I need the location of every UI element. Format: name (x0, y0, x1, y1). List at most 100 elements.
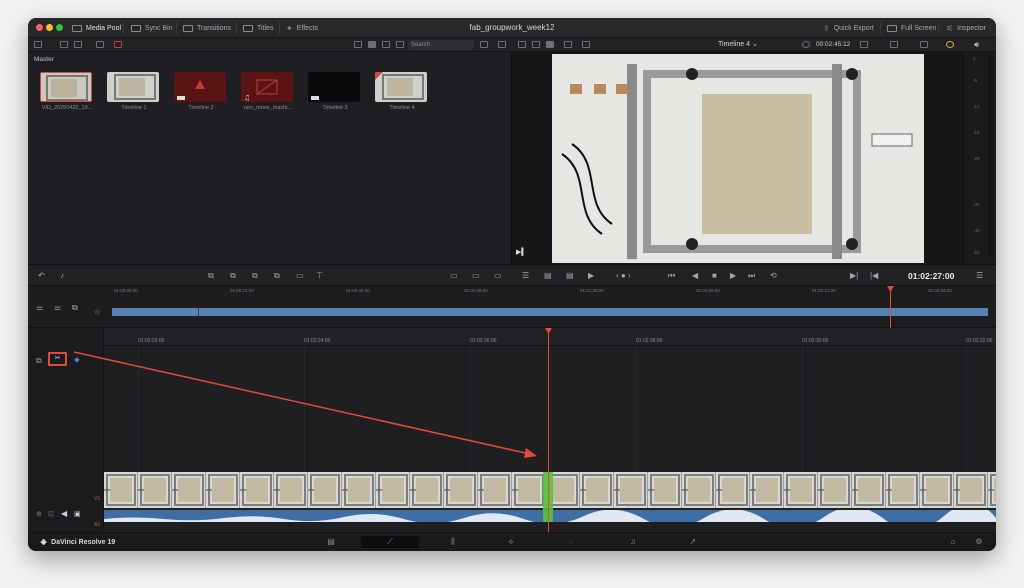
filmstrip-frame (206, 472, 240, 508)
lower-timeline[interactable]: ⧉ ✂ ⬥ ⊕ ⊡ ◀︎ ▣ V1 A1 01:02:22:00 01:02:2… (28, 328, 996, 532)
media-pool-button[interactable]: Media Pool (72, 18, 121, 38)
speaker-icon[interactable]: ◀︎ (61, 509, 67, 518)
thumbnail-view-icon[interactable] (368, 41, 376, 48)
append-icon[interactable]: ⧉ (230, 272, 236, 280)
zoom-menu-icon[interactable] (860, 41, 868, 48)
grid-icon[interactable] (564, 41, 572, 48)
close-up-icon[interactable]: ⧉ (274, 272, 280, 280)
media-clip[interactable]: Timeline 1 (107, 72, 161, 111)
quick-export-button[interactable]: ⇪ Quick Export (823, 18, 874, 38)
refresh-icon[interactable] (498, 41, 506, 48)
minimize-window-button[interactable] (46, 24, 53, 31)
zoom-window-button[interactable] (56, 24, 63, 31)
sort-icon[interactable] (396, 41, 404, 48)
mark-in-icon[interactable]: ▶| (850, 272, 858, 280)
effects-button[interactable]: ✦ Effects (286, 18, 318, 38)
home-icon[interactable]: ⌂ (946, 536, 960, 548)
safe-area-icon[interactable]: ▭ (450, 272, 458, 280)
upper-playhead[interactable] (890, 286, 891, 328)
viewer-mode-icon[interactable] (518, 41, 526, 48)
sync-bin-button[interactable]: Sync Bin (131, 18, 173, 38)
timeline-options-icon[interactable]: ⧉ (36, 356, 42, 366)
media-clip[interactable]: Timeline 4 (375, 72, 429, 111)
stop-icon[interactable]: ■ (712, 272, 717, 280)
upper-timeline[interactable]: 01:00:00:00 01:00:22:00 01:00:44:00 01:0… (28, 286, 996, 328)
full-viewer-icon[interactable]: ▭ (494, 272, 502, 280)
viewer-mode-icon[interactable] (532, 41, 540, 48)
timeline-viewer[interactable]: ▶▍ (511, 52, 963, 264)
deliver-page-icon[interactable]: ➚ (686, 536, 700, 548)
go-to-end-icon[interactable]: ⏭ (748, 272, 755, 280)
output-menu-icon[interactable] (890, 41, 898, 48)
list-view-icon[interactable] (382, 41, 390, 48)
media-page-icon[interactable]: ▤ (324, 536, 338, 548)
clip-thumbnail (308, 72, 360, 102)
titles-button[interactable]: Titles (243, 18, 273, 38)
place-on-top-icon[interactable]: ▭ (296, 272, 304, 280)
subtitle-icon[interactable]: ▤ (566, 272, 574, 280)
timeline-options-icon[interactable]: ☰ (522, 272, 529, 280)
bypass-icon[interactable] (920, 41, 928, 48)
media-clip[interactable]: Timeline 2 (174, 72, 228, 111)
titles-icon (243, 24, 253, 32)
cut-page-icon[interactable]: ⟋ (361, 536, 419, 548)
new-bin-icon[interactable] (60, 41, 68, 48)
undo-icon[interactable]: ↶ (38, 272, 45, 280)
smart-insert-icon[interactable]: ⧉ (208, 272, 214, 280)
track-label-a1: A1 (94, 522, 101, 528)
upper-timeline-clip[interactable] (112, 308, 988, 316)
panel-layout-icon[interactable] (34, 41, 42, 48)
media-clip[interactable]: Timeline 3 (308, 72, 362, 111)
reverse-play-icon[interactable]: ◀ (692, 272, 698, 280)
timeline-tool-icon[interactable]: ⚌ (54, 304, 61, 312)
auto-select-icon[interactable]: ⊡ (48, 510, 54, 518)
render-icon[interactable]: ▶ (588, 272, 594, 280)
search-input[interactable]: Search (408, 40, 474, 50)
timeline-tool-icon[interactable]: ⧉ (72, 304, 78, 312)
inspector-button[interactable]: ⚟ Inspector (946, 18, 986, 38)
lock-track-icon[interactable]: ⊕ (36, 510, 42, 518)
edit-page-icon[interactable]: ⫼ (446, 536, 460, 548)
track-monitor-icon[interactable]: ▣ (74, 510, 81, 518)
play-marker-icon[interactable]: ▶▍ (516, 248, 527, 256)
metadata-view-icon[interactable] (354, 41, 362, 48)
timeline-selector[interactable]: Timeline 4 ⌄ (718, 38, 758, 52)
menu-icon[interactable]: ☰ (976, 272, 983, 280)
filmstrip-frame (920, 472, 954, 508)
speaker-icon[interactable]: 🔊︎ (974, 40, 979, 50)
full-screen-button[interactable]: Full Screen (887, 18, 936, 38)
close-window-button[interactable] (36, 24, 43, 31)
filter-icon[interactable] (480, 41, 488, 48)
transitions-button[interactable]: Transitions (183, 18, 231, 38)
play-icon[interactable]: ▶ (730, 272, 736, 280)
blade-tool-icon[interactable]: ✂ (48, 352, 67, 366)
source-timecode: 00:02:45:12 (816, 41, 851, 48)
go-to-start-icon[interactable]: ⏮ (668, 272, 675, 280)
source-overwrite-icon[interactable]: ⊤ (316, 272, 323, 280)
clip-attributes-icon[interactable]: ▤ (544, 272, 552, 280)
marker-icon[interactable]: ⬥ (74, 355, 80, 365)
jog-icon[interactable]: ‹ ● › (616, 272, 631, 280)
timeline-tool-icon[interactable]: ⚌ (36, 304, 43, 312)
ripple-overwrite-icon[interactable]: ⧉ (252, 272, 258, 280)
viewer-mode-icon[interactable] (546, 41, 554, 48)
media-clip[interactable]: VID_20250420_19... (40, 72, 94, 111)
playhead[interactable] (548, 328, 549, 532)
link-icon[interactable] (96, 41, 104, 48)
audio-sync-icon[interactable]: ♪ (60, 272, 64, 280)
media-clip[interactable]: ♫ neo_move_machi... (241, 72, 295, 111)
filmstrip-frame (444, 472, 478, 508)
settings-gear-icon[interactable]: ⚙ (972, 536, 986, 548)
import-icon[interactable] (74, 41, 82, 48)
flag-icon[interactable] (114, 41, 122, 48)
mark-out-icon[interactable]: |◀ (870, 272, 878, 280)
loop-icon[interactable]: ⟲ (770, 272, 777, 280)
dual-viewer-icon[interactable]: ▭ (472, 272, 480, 280)
fairlight-page-icon[interactable]: ♫ (626, 536, 640, 548)
filmstrip-frame (478, 472, 512, 508)
upper-playhead-cap[interactable] (887, 286, 894, 292)
fusion-page-icon[interactable]: ⟡ (504, 536, 518, 548)
transform-icon[interactable] (582, 41, 590, 48)
color-page-icon[interactable]: ◌ (564, 536, 578, 548)
color-scope-icon[interactable] (946, 41, 954, 48)
